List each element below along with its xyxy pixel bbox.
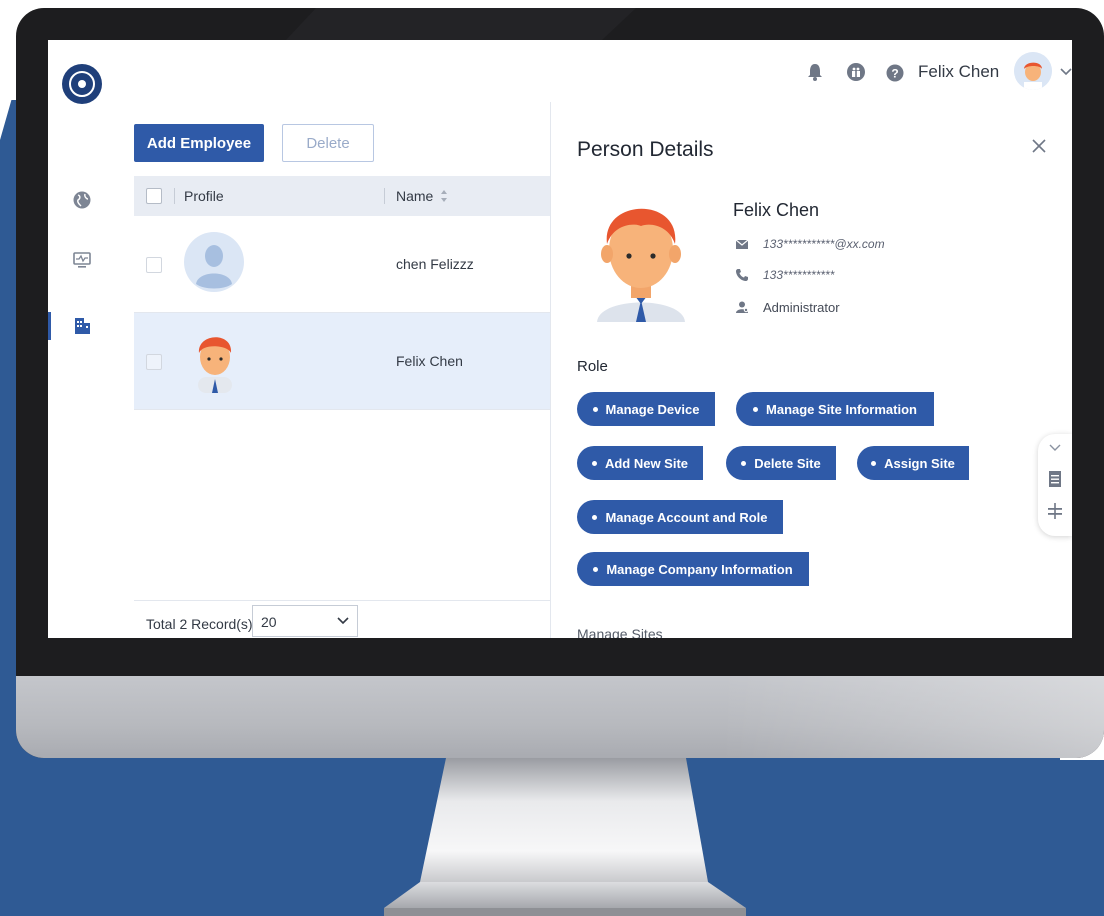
person-phone: 133***********: [763, 268, 835, 282]
app-logo[interactable]: [62, 64, 102, 104]
table-row[interactable]: chen Felizzz: [134, 216, 550, 313]
profile-photo: [597, 208, 685, 322]
close-icon[interactable]: [1029, 136, 1049, 156]
column-separator: [384, 188, 385, 204]
role-chip-manage-account-and-role[interactable]: Manage Account and Role: [577, 500, 783, 534]
avatar[interactable]: [1014, 52, 1052, 90]
table-row-selected[interactable]: Felix Chen: [134, 313, 550, 410]
page-size-value: 20: [261, 614, 277, 630]
add-employee-button[interactable]: Add Employee: [134, 124, 264, 162]
chevron-down-icon[interactable]: [1049, 444, 1061, 452]
role-heading: Role: [577, 358, 608, 375]
role-chip-delete-site[interactable]: Delete Site: [726, 446, 836, 480]
select-all-checkbox[interactable]: [146, 188, 162, 204]
person-details-panel: Person Details Felix Chen 133***********…: [551, 102, 1072, 638]
default-user-avatar: [184, 232, 244, 292]
employee-list-panel: Add Employee Delete Profile Name chen Fe…: [116, 102, 550, 638]
monitor-icon[interactable]: [72, 250, 92, 270]
section-heading-manage-sites: Manage Sites: [577, 626, 663, 638]
cartoon-man-avatar: [198, 337, 232, 393]
admin-icon: [736, 301, 749, 313]
page-size-select[interactable]: 20: [252, 605, 358, 637]
panel-title: Person Details: [577, 138, 714, 161]
row-checkbox[interactable]: [146, 257, 162, 273]
phone-icon: [736, 269, 748, 281]
building-icon[interactable]: [72, 316, 92, 336]
person-name: Felix Chen: [733, 200, 820, 220]
globe-icon[interactable]: [72, 190, 92, 210]
monitor-stand: [384, 758, 746, 916]
adjust-icon[interactable]: [1047, 502, 1063, 520]
chevron-down-icon[interactable]: [1060, 68, 1072, 76]
app-screen: ? Felix Chen Add Employee Delete Profile…: [48, 40, 1072, 638]
active-indicator: [48, 312, 51, 340]
monitor-chin-highlight: [720, 676, 1104, 758]
mail-icon: [735, 239, 749, 249]
role-chip-manage-company-information[interactable]: Manage Company Information: [577, 552, 809, 586]
chevron-down-icon: [337, 617, 349, 625]
person-role: Administrator: [763, 300, 840, 315]
column-name[interactable]: Name: [396, 188, 433, 204]
sort-icon[interactable]: [440, 189, 448, 203]
top-header: ? Felix Chen: [116, 40, 1072, 103]
table-header: Profile Name: [134, 176, 550, 216]
role-chip-add-new-site[interactable]: Add New Site: [577, 446, 703, 480]
bell-icon[interactable]: [806, 62, 824, 82]
role-chip-manage-device[interactable]: Manage Device: [577, 392, 715, 426]
row-name: Felix Chen: [396, 353, 463, 369]
row-checkbox[interactable]: [146, 354, 162, 370]
total-records: Total 2 Record(s): [146, 616, 253, 632]
column-profile: Profile: [184, 188, 224, 204]
help-icon[interactable]: ?: [886, 64, 904, 82]
sidebar: [48, 40, 117, 638]
floating-toolbar: [1038, 434, 1072, 536]
row-name: chen Felizzz: [396, 256, 474, 272]
svg-text:?: ?: [891, 67, 898, 81]
gift-icon[interactable]: [846, 62, 866, 82]
document-icon[interactable]: [1047, 470, 1063, 488]
column-separator: [174, 188, 175, 204]
header-user-name[interactable]: Felix Chen: [918, 62, 999, 82]
role-chip-manage-site-information[interactable]: Manage Site Information: [736, 392, 934, 426]
person-email: 133***********@xx.com: [763, 237, 885, 251]
delete-button[interactable]: Delete: [282, 124, 374, 162]
role-chip-assign-site[interactable]: Assign Site: [857, 446, 969, 480]
pagination-bar: Total 2 Record(s) 20: [134, 600, 550, 638]
